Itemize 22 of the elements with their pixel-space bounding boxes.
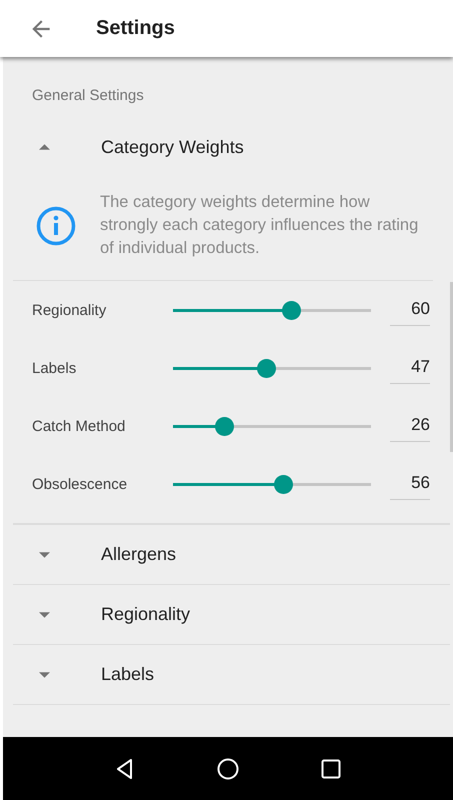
expandable-section-header[interactable]: Allergens [13, 524, 450, 584]
expandable-section-header[interactable]: Labels [13, 644, 450, 704]
slider-label: Obsolescence [32, 476, 128, 492]
value-field[interactable]: 56 [390, 472, 430, 500]
home-icon[interactable] [216, 756, 240, 780]
value-field[interactable]: 26 [390, 414, 430, 442]
expandable-section-header[interactable]: Regionality [13, 584, 450, 644]
slider-thumb[interactable] [256, 358, 276, 378]
value-field[interactable]: 47 [390, 356, 430, 384]
section-header: General Settings [31, 86, 145, 106]
slider-label: Catch Method [32, 418, 126, 434]
recent-apps-icon[interactable] [319, 756, 344, 780]
slider-thumb[interactable] [282, 300, 302, 320]
slider-thumb[interactable] [274, 474, 294, 494]
value-field[interactable]: 60 [390, 298, 430, 326]
expandable-section-header[interactable]: Category Weights [13, 115, 450, 179]
info-text: The category weights determine how strongly each category influences the rating of individual products. [100, 192, 420, 259]
slider-thumb[interactable] [214, 416, 234, 436]
info-icon [36, 206, 76, 246]
slider-label: Regionality [32, 302, 108, 318]
screen-title: Settings [96, 17, 175, 40]
slider-label: Labels [32, 360, 78, 376]
